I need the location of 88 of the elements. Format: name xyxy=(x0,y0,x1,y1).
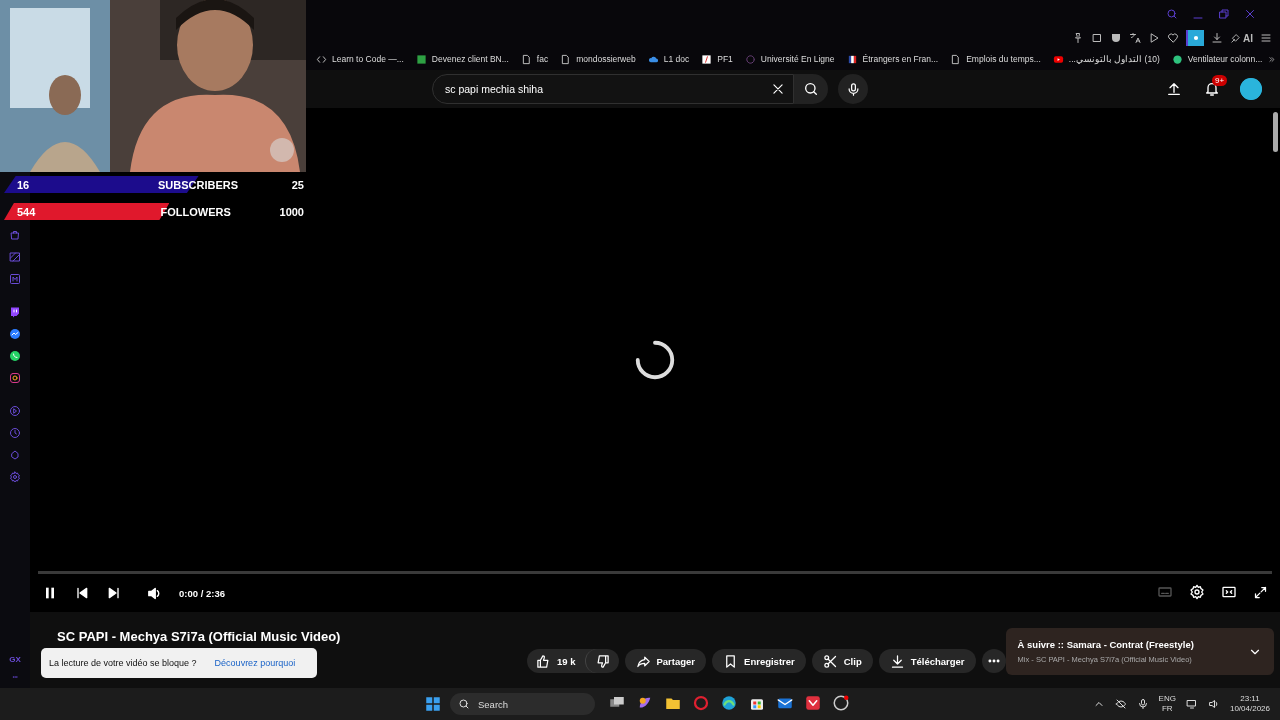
download-icon xyxy=(889,653,905,669)
play-outline-icon[interactable] xyxy=(1148,32,1160,44)
counter-goal: 25 xyxy=(290,178,305,191)
shield-icon[interactable] xyxy=(1110,32,1122,44)
notification-badge: 9+ xyxy=(1212,75,1228,86)
play-circle-icon[interactable] xyxy=(9,405,21,417)
action-button[interactable]: Enregistrer xyxy=(712,649,806,673)
search-field[interactable]: Search xyxy=(450,693,595,715)
search-button[interactable] xyxy=(794,74,828,104)
speaker-icon[interactable] xyxy=(1207,698,1220,710)
clock-date[interactable]: 10/04/2026 xyxy=(1229,704,1270,714)
up-next-title: À suivre :: Samara - Contrat (Freestyle) xyxy=(1017,639,1195,650)
counter-label: SUBSCRIBERS xyxy=(156,178,240,191)
phone-bubble-icon[interactable] xyxy=(9,350,21,362)
ai-button[interactable]: AI xyxy=(1230,32,1253,44)
bell-icon[interactable] xyxy=(1204,81,1220,97)
circle-icon xyxy=(1171,53,1183,65)
camera-square-icon[interactable] xyxy=(9,372,21,384)
bookmark[interactable]: Devenez client BN... xyxy=(409,50,515,68)
chat-bubble-icon[interactable] xyxy=(9,328,21,340)
document-icon xyxy=(520,53,532,65)
bookmark[interactable]: PF1 xyxy=(695,50,739,68)
ring-icon[interactable] xyxy=(692,694,710,712)
clock-icon[interactable] xyxy=(9,427,21,439)
letter-square-icon[interactable] xyxy=(9,273,21,285)
avatar-icon[interactable] xyxy=(1240,78,1262,100)
action-button[interactable]: Télécharger xyxy=(878,649,976,673)
monitor-icon[interactable] xyxy=(1185,698,1198,710)
dots-ring-icon xyxy=(744,53,756,65)
heart-icon[interactable] xyxy=(1167,32,1179,44)
search-icon xyxy=(458,698,470,710)
pen-tile-icon xyxy=(701,53,713,65)
bookmark[interactable]: Learn to Code —... xyxy=(310,50,410,68)
scissors-icon xyxy=(822,653,838,669)
layout-label[interactable]: FR xyxy=(1161,704,1173,714)
search-icon[interactable] xyxy=(1166,8,1178,20)
previous-icon[interactable] xyxy=(74,585,90,601)
translate-icon[interactable] xyxy=(1129,32,1141,44)
extension-icon[interactable] xyxy=(1186,30,1204,46)
menu-icon[interactable] xyxy=(1260,32,1272,44)
time-display: 0:00 / 2:36 xyxy=(179,587,225,599)
more-button[interactable] xyxy=(981,649,1006,673)
search-icon xyxy=(803,81,819,97)
fullscreen-icon[interactable] xyxy=(1253,585,1268,600)
bookmark[interactable]: (10) التداول بالتونسي... xyxy=(1046,50,1166,68)
windows-logo-icon[interactable] xyxy=(424,695,442,713)
download-icon[interactable] xyxy=(1211,32,1223,44)
bookmark[interactable]: Ventilateur colonn... xyxy=(1165,50,1269,68)
document-icon xyxy=(560,53,572,65)
counter-goal: 1000 xyxy=(279,205,305,218)
microphone-icon[interactable] xyxy=(1136,698,1149,710)
video-title: SC PAPI - Mechya S7i7a (Official Music Video) xyxy=(57,629,342,646)
code-icon xyxy=(316,53,327,65)
action-button[interactable]: Partager xyxy=(624,649,707,673)
chat-box-icon[interactable] xyxy=(9,306,21,318)
bookmark[interactable]: Université En Ligne xyxy=(738,50,841,68)
wave-circle-icon[interactable] xyxy=(720,694,738,712)
theater-icon[interactable] xyxy=(1221,584,1237,600)
next-icon[interactable] xyxy=(106,585,122,601)
tile-icon xyxy=(415,53,427,65)
language-label[interactable]: ENG xyxy=(1158,694,1176,704)
bookmark[interactable]: fac xyxy=(514,50,555,68)
counter-value: 16 xyxy=(16,178,31,191)
upload-icon[interactable] xyxy=(1166,81,1182,97)
bookmark[interactable]: Emplois du temps... xyxy=(944,50,1047,68)
bookmark[interactable]: Étrangers en Fran... xyxy=(840,50,945,68)
eye-off-icon[interactable] xyxy=(1114,698,1127,710)
clock-time[interactable]: 23:11 xyxy=(1240,694,1260,704)
bookmark[interactable]: L1 doc xyxy=(641,50,696,68)
play-tile-icon xyxy=(1052,53,1064,65)
close-icon[interactable] xyxy=(771,82,785,96)
scrollbar-thumb[interactable] xyxy=(1273,112,1278,152)
learn-more-link[interactable]: Découvrez pourquoi xyxy=(214,658,296,668)
thumbs-up-icon xyxy=(536,653,551,669)
pin-icon[interactable] xyxy=(1072,32,1084,44)
document-icon xyxy=(950,53,962,65)
bookmark[interactable]: mondossierweb xyxy=(554,50,642,68)
restore-icon[interactable] xyxy=(1218,8,1230,20)
counter-value: 544 xyxy=(16,205,37,218)
bag-icon[interactable] xyxy=(9,229,21,241)
striped-square-icon[interactable] xyxy=(9,251,21,263)
search-field[interactable]: sc papi mechia shiha xyxy=(432,74,794,104)
action-button[interactable]: Clip xyxy=(811,649,873,673)
notice-text: La lecture de votre vidéo se bloque ? xyxy=(49,658,197,668)
flag-icon xyxy=(846,53,858,65)
microphone-button[interactable] xyxy=(838,74,868,104)
progress-track[interactable] xyxy=(38,571,1272,574)
check-tile-icon[interactable] xyxy=(804,694,822,712)
